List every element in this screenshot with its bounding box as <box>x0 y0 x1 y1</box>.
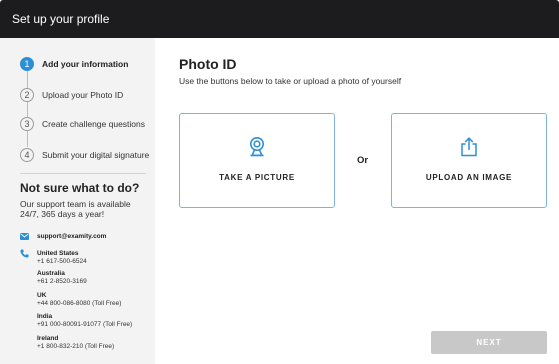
contact-country: India <box>37 313 53 320</box>
envelope-icon <box>20 233 29 240</box>
contact-india: India +91 000-80091-91077 (Toll Free) <box>37 313 132 329</box>
section-title: Photo ID <box>179 56 237 72</box>
or-separator: Or <box>357 155 369 166</box>
contact-country: United States <box>37 250 79 257</box>
contact-number: +61 2-8520-3169 <box>37 278 87 285</box>
step-number: 1 <box>20 57 34 71</box>
section-subtitle: Use the buttons below to take or upload … <box>179 76 402 86</box>
contact-united-states: United States +1 617-500-6524 <box>37 250 87 266</box>
step-number: 4 <box>20 148 34 162</box>
step-label: Add your information <box>42 59 129 69</box>
support-email-text[interactable]: support@examity.com <box>37 233 106 240</box>
take-picture-label: TAKE A PICTURE <box>219 173 295 182</box>
help-title: Not sure what to do? <box>20 181 140 195</box>
contact-number: +1 617-500-6524 <box>37 258 87 265</box>
step-label: Upload your Photo ID <box>42 90 124 100</box>
step-label: Create challenge questions <box>42 119 146 129</box>
page-title: Set up your profile <box>12 12 110 26</box>
contact-country: UK <box>37 292 47 299</box>
upload-icon <box>461 137 477 157</box>
step-challenge-questions: 3 Create challenge questions <box>20 114 145 134</box>
contact-number: +1 800-832-210 (Toll Free) <box>37 343 115 350</box>
contact-number: +44 800-086-8080 (Toll Free) <box>37 300 122 307</box>
upload-image-label: UPLOAD AN IMAGE <box>425 173 513 182</box>
sidebar-divider <box>20 173 146 174</box>
step-label: Submit your digital signature <box>42 150 150 160</box>
phone-icon <box>20 249 29 258</box>
step-upload-photo-id: 2 Upload your Photo ID <box>20 85 123 105</box>
contact-number: +91 000-80091-91077 (Toll Free) <box>37 321 133 328</box>
step-number: 3 <box>20 117 34 131</box>
contact-ireland: Ireland +1 800-832-210 (Toll Free) <box>37 335 114 351</box>
take-picture-button[interactable]: TAKE A PICTURE <box>179 113 335 208</box>
next-button[interactable]: NEXT <box>431 331 547 354</box>
step-digital-signature: 4 Submit your digital signature <box>20 145 149 165</box>
upload-image-button[interactable]: UPLOAD AN IMAGE <box>391 113 547 208</box>
step-add-information: 1 Add your information <box>20 54 128 74</box>
contact-country: Ireland <box>37 335 59 342</box>
header-bar: Set up your profile <box>0 0 559 38</box>
webcam-icon <box>250 137 264 157</box>
contact-australia: Australia +61 2-8520-3169 <box>37 270 87 286</box>
contact-country: Australia <box>37 270 65 277</box>
help-text: Our support team is available 24/7, 365 … <box>20 199 131 219</box>
support-email[interactable]: support@examity.com <box>20 233 106 240</box>
contact-uk: UK +44 800-086-8080 (Toll Free) <box>37 292 121 308</box>
step-number: 2 <box>20 88 34 102</box>
